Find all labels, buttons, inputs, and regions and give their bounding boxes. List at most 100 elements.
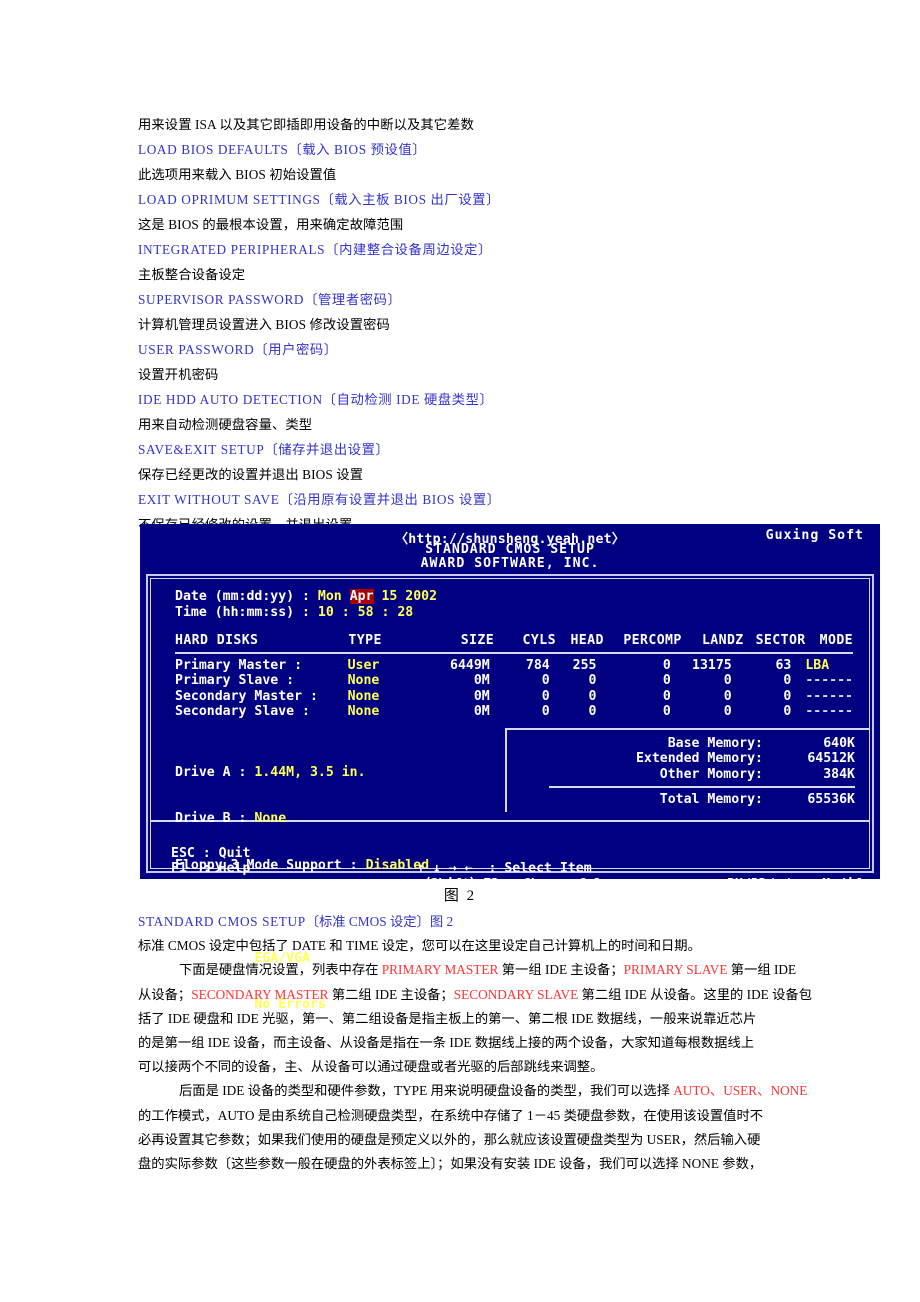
doc-line: 这是 BIOS 的最根本设置，用来确定故障范围 [138, 217, 404, 232]
paragraph-2: 括了 IDE 硬盘和 IDE 光驱，第一、第二组设备是指主板上的第一、第二根 I… [138, 1007, 804, 1031]
disk-type: User [347, 657, 380, 673]
table-row[interactable]: Primary Master : User 6449M 784 255 0 13175 63 L… [175, 658, 853, 674]
bios-inner-frame: Date (mm:dd:yy) : Mon Apr 15 2002 Time (… [150, 578, 870, 1012]
time-row[interactable]: Time (hh:mm:ss) : 10 : 58 : 28 [175, 605, 853, 621]
disk-percomp: 0 [662, 657, 671, 673]
col-percomp: PERCOMP [623, 633, 682, 648]
bios-subtitle: AWARD SOFTWARE, INC. [420, 556, 600, 571]
total-memory-value: 65536K [807, 792, 855, 807]
disk-percomp: 0 [662, 688, 671, 704]
table-row[interactable]: Secondary Slave : None 0M 0 0 0 0 0 ------ [175, 704, 853, 720]
disk-landz: 0 [723, 704, 732, 719]
bios-main-panel: Date (mm:dd:yy) : Mon Apr 15 2002 Time (… [151, 579, 869, 1012]
time-seconds[interactable]: 28 [397, 605, 413, 620]
paragraph-1: 标准 CMOS 设定中包括了 DATE 和 TIME 设定，您可以在这里设定自己… [138, 938, 701, 954]
help-f1-help[interactable]: F1 : Help [171, 861, 250, 877]
disk-head: 0 [588, 704, 597, 719]
disk-name: Primary Slave : [175, 673, 295, 688]
text-run: 必再设置其它参数；如果我们使用的硬盘是预定义以外的，那么就应该设置硬盘类型为 U… [138, 1131, 761, 1147]
highlight-term: AUTO、USER、NONE [673, 1083, 808, 1099]
doc-line: 保存已经更改的设置并退出 BIOS 设置 [138, 467, 364, 482]
memory-divider [549, 786, 855, 788]
extended-memory-label: Extended Memory: [635, 751, 763, 766]
col-type: TYPE [348, 633, 382, 648]
col-cyls: CYLS [522, 633, 556, 648]
disk-type: None [347, 673, 380, 688]
disk-percomp: 0 [662, 673, 671, 688]
time-sep-1: : [333, 604, 358, 620]
text-run: 第一组 IDE 主设备； [498, 962, 624, 978]
disk-size: 0M [473, 673, 490, 688]
text-run: 可以接两个不同的设备，主、从设备可以通过硬盘或者光驱的后部跳线来调整。 [138, 1059, 604, 1075]
text-run: 括了 IDE 硬盘和 IDE 光驱，第一、第二组设备是指主板上的第一、第二根 I… [138, 1010, 757, 1026]
highlight-term: PRIMARY SLAVE [623, 962, 728, 978]
disk-sector: 63 [775, 657, 792, 673]
disk-landz: 13175 [692, 657, 732, 673]
doc-line: IDE HDD AUTO DETECTION〔自动检测 IDE 硬盘类型〕 [138, 392, 494, 407]
text-run: 下面是硬盘情况设置，列表中存在 [179, 962, 382, 978]
hard-disks-table: HARD DISKS TYPE SIZE CYLS HEAD PERCOMP L… [175, 633, 853, 651]
disk-percomp: 0 [662, 704, 671, 719]
disk-head: 0 [588, 673, 597, 688]
hard-disks-section: HARD DISKS TYPE SIZE CYLS HEAD PERCOMP L… [175, 633, 853, 720]
disk-landz: 0 [723, 673, 732, 688]
doc-line: 用来设置 ISA 以及其它即插即用设备的中断以及其它差数 [138, 117, 474, 132]
paragraph-2: 的是第一组 IDE 设备，而主设备、从设备是指在一条 IDE 数据线上接的两个设… [138, 1031, 804, 1055]
date-row[interactable]: Date (mm:dd:yy) : Mon Apr 15 2002 [175, 589, 853, 605]
text-run: 的是第一组 IDE 设备，而主设备、从设备是指在一条 IDE 数据线上接的两个设… [138, 1035, 755, 1051]
text-run: 后面是 IDE 设备的类型和硬件参数，TYPE 用来说明硬盘设备的类型，我们可以… [179, 1083, 674, 1099]
doc-line: EXIT WITHOUT SAVE〔沿用原有设置并退出 BIOS 设置〕 [138, 492, 501, 507]
section-heading-cn: 〔标准 CMOS 设定〕图 2 [305, 914, 454, 929]
table-row[interactable]: Primary Slave : None 0M 0 0 0 0 0 ------ [175, 673, 853, 689]
disk-size: 0M [473, 704, 490, 719]
date-month-selected[interactable]: Apr [349, 589, 374, 604]
bios-footer-help: ESC : Quit ↑ ↓ → ← : Select Item PU/PD/+… [151, 824, 870, 892]
text-run: 从设备； [138, 986, 192, 1002]
text-run: 第一组 IDE [727, 962, 797, 978]
disk-head: 0 [588, 688, 597, 704]
disk-mode: ------ [805, 704, 853, 719]
doc-line: USER PASSWORD〔用户密码〕 [138, 342, 338, 357]
disk-cyls: 0 [541, 673, 550, 688]
bios-screenshot: 〈http://shunsheng.yeah.net〉 Guxing Soft … [140, 524, 880, 1012]
doc-line: 此选项用来载入 BIOS 初始设置值 [138, 167, 337, 182]
memory-panel: Base Memory: 640K Extended Memory: 64512… [505, 727, 869, 812]
disk-type: None [347, 704, 380, 719]
doc-line: SUPERVISOR PASSWORD〔管理者密码〕 [138, 292, 402, 307]
disk-name: Secondary Master : [175, 688, 318, 704]
disk-type: None [347, 688, 380, 704]
disk-cyls: 0 [541, 688, 550, 704]
date-weekday: Mon [317, 589, 350, 604]
doc-line: 计算机管理员设置进入 BIOS 修改设置密码 [138, 317, 390, 332]
total-memory-label: Total Memory: [659, 792, 763, 807]
disk-cyls: 784 [525, 657, 550, 673]
drive-a-value[interactable]: 1.44M, 3.5 in. [254, 765, 365, 780]
doc-line: 主板整合设备设定 [138, 267, 246, 282]
date-label: Date (mm:dd:yy) : [175, 589, 318, 604]
paragraph-2: 下面是硬盘情况设置，列表中存在 PRIMARY MASTER 第一组 IDE 主… [138, 958, 804, 982]
text-run: 盘的实际参数〔这些参数一般在硬盘的外表标签上〕；如果没有安装 IDE 设备，我们… [138, 1156, 763, 1172]
col-landz: LANDZ [701, 633, 744, 648]
other-memory-label: Other Momory: [659, 766, 763, 782]
extended-memory-value: 64512K [807, 751, 855, 766]
time-hours[interactable]: 10 [318, 605, 334, 620]
highlight-term: SECONDARY SLAVE [453, 986, 579, 1002]
disk-sector: 0 [783, 673, 792, 688]
time-sep-2: : [373, 604, 398, 620]
table-row[interactable]: Secondary Master : None 0M 0 0 0 0 0 ------ [175, 689, 853, 705]
doc-line: INTEGRATED PERIPHERALS〔内建整合设备周边设定〕 [138, 242, 492, 257]
figure-caption: 图 2 [443, 888, 477, 904]
other-memory-row: Other Momory: 384K [521, 767, 855, 783]
doc-line: SAVE&EXIT SETUP〔储存并退出设置〕 [138, 442, 390, 457]
time-minutes[interactable]: 58 [358, 605, 374, 620]
disk-size: 0M [473, 688, 490, 704]
top-text-block: 用来设置 ISA 以及其它即插即用设备的中断以及其它差数 LOAD BIOS DE… [138, 112, 802, 537]
table-header-row: HARD DISKS TYPE SIZE CYLS HEAD PERCOMP L… [175, 633, 853, 651]
doc-line: LOAD BIOS DEFAULTS〔载入 BIOS 预设值〕 [138, 142, 427, 157]
base-memory-label: Base Memory: [667, 735, 763, 751]
extended-memory-row: Extended Memory: 64512K [521, 751, 855, 767]
date-rest: 15 2002 [373, 589, 438, 604]
disk-name: Primary Master : [175, 657, 303, 673]
bios-vendor-text: Guxing Soft [765, 528, 864, 543]
disk-mode: ------ [805, 673, 853, 688]
